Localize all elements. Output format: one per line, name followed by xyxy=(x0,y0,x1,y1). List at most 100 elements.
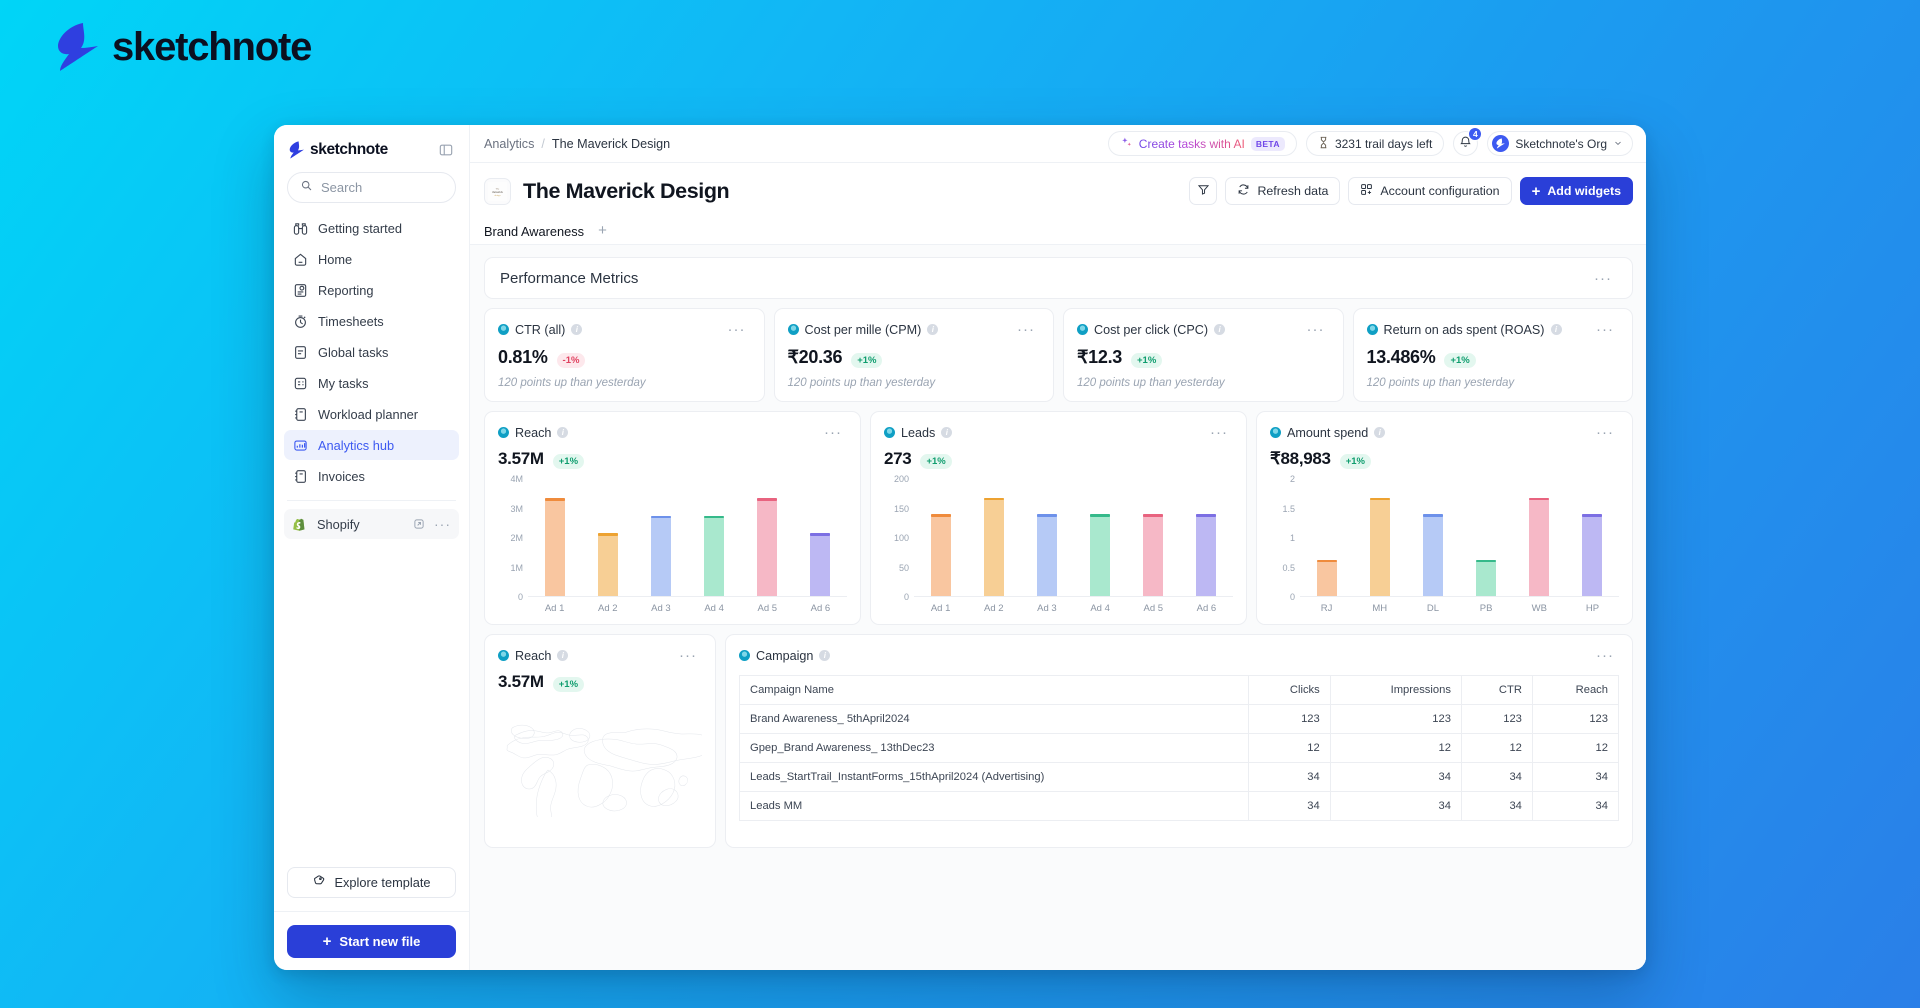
more-icon[interactable]: ··· xyxy=(1591,423,1619,442)
table-row[interactable]: Leads_StartTrail_InstantForms_15thApril2… xyxy=(739,762,1620,792)
bar[interactable] xyxy=(544,498,565,596)
info-icon[interactable]: i xyxy=(941,427,953,438)
start-new-file-button[interactable]: + Start new file xyxy=(287,925,456,958)
table-column-header[interactable]: CTR xyxy=(1460,675,1533,705)
bar[interactable] xyxy=(704,515,725,596)
bar-column[interactable] xyxy=(741,479,794,596)
bar[interactable] xyxy=(1196,514,1217,596)
bar[interactable] xyxy=(930,514,951,596)
bar-column[interactable] xyxy=(1074,479,1127,596)
bar[interactable] xyxy=(1036,514,1057,596)
more-icon[interactable]: ··· xyxy=(674,646,702,665)
more-icon[interactable]: ··· xyxy=(1302,320,1330,339)
bar-column[interactable] xyxy=(794,479,847,596)
bar-column[interactable] xyxy=(1406,479,1459,596)
kpi-name: Return on ads spent (ROAS) xyxy=(1383,322,1545,337)
widget-delta-badge: +1% xyxy=(1339,454,1371,469)
bar-column[interactable] xyxy=(1180,479,1233,596)
bar-column[interactable] xyxy=(1127,479,1180,596)
filter-button[interactable] xyxy=(1189,177,1218,205)
bar-column[interactable] xyxy=(1300,479,1353,596)
bar-column[interactable] xyxy=(1020,479,1073,596)
org-switcher[interactable]: Sketchnote's Org xyxy=(1487,131,1633,156)
info-icon[interactable]: i xyxy=(927,324,939,335)
sidebar-item-global-tasks[interactable]: Global tasks xyxy=(284,337,459,367)
table-column-header[interactable]: Impressions xyxy=(1329,675,1462,705)
bar[interactable] xyxy=(757,498,778,596)
panel-collapse-icon[interactable] xyxy=(436,140,456,160)
bar[interactable] xyxy=(1422,514,1443,596)
bar[interactable] xyxy=(1316,559,1337,596)
table-column-header[interactable]: Clicks xyxy=(1247,675,1331,705)
start-new-file-label: Start new file xyxy=(339,934,421,949)
bar[interactable] xyxy=(1143,514,1164,596)
sidebar-item-workload-planner[interactable]: Workload planner xyxy=(284,399,459,429)
info-icon[interactable]: i xyxy=(1374,427,1386,438)
info-icon[interactable]: i xyxy=(1550,324,1562,335)
add-widgets-button[interactable]: + Add widgets xyxy=(1519,177,1633,205)
bar[interactable] xyxy=(1090,514,1111,596)
notifications-button[interactable]: 4 xyxy=(1453,127,1483,156)
bar[interactable] xyxy=(1582,514,1603,596)
sidebar-item-analytics-hub[interactable]: Analytics hub xyxy=(284,430,459,460)
bar-column[interactable] xyxy=(634,479,687,596)
explore-template-button[interactable]: Explore template xyxy=(287,867,456,898)
trial-days-pill[interactable]: 3231 trail days left xyxy=(1305,131,1445,156)
info-icon[interactable]: i xyxy=(819,650,831,661)
x-tick-label: Ad 1 xyxy=(544,603,565,614)
bar[interactable] xyxy=(650,515,671,596)
sidebar-item-timesheets[interactable]: Timesheets xyxy=(284,306,459,336)
sidebar-item-invoices[interactable]: Invoices xyxy=(284,461,459,491)
external-link-icon[interactable] xyxy=(413,518,425,530)
table-row[interactable]: Gpep_Brand Awareness_ 13thDec23 12 12 12 12 xyxy=(739,733,1620,763)
bar-column[interactable] xyxy=(1566,479,1619,596)
search-input[interactable] xyxy=(287,172,456,203)
bar-column[interactable] xyxy=(688,479,741,596)
sidebar-item-getting-started[interactable]: Getting started xyxy=(284,213,459,243)
info-icon[interactable]: i xyxy=(1214,324,1226,335)
bar-column[interactable] xyxy=(914,479,967,596)
account-configuration-button[interactable]: Account configuration xyxy=(1348,177,1512,205)
info-icon[interactable]: i xyxy=(571,324,583,335)
bar[interactable] xyxy=(983,497,1004,596)
sidebar-item-home[interactable]: Home xyxy=(284,244,459,274)
bar-column[interactable] xyxy=(581,479,634,596)
more-icon[interactable]: ··· xyxy=(819,423,847,442)
bar-column[interactable] xyxy=(967,479,1020,596)
table-row[interactable]: Brand Awareness_ 5thApril2024 123 123 123 12… xyxy=(739,704,1620,734)
tab-brand-awareness[interactable]: Brand Awareness xyxy=(484,217,584,246)
more-icon[interactable]: ··· xyxy=(1589,269,1617,288)
refresh-data-button[interactable]: Refresh data xyxy=(1225,177,1341,205)
bar[interactable] xyxy=(597,533,618,596)
bar[interactable] xyxy=(1529,497,1550,596)
more-icon[interactable]: ··· xyxy=(723,320,751,339)
bar[interactable] xyxy=(810,533,831,596)
sidebar-logo[interactable]: sketchnote xyxy=(289,141,388,159)
info-icon[interactable]: i xyxy=(557,650,569,661)
bar-column[interactable] xyxy=(528,479,581,596)
table-row[interactable]: Leads MM 34 34 34 34 xyxy=(739,791,1620,821)
sidebar-item-my-tasks[interactable]: My tasks xyxy=(284,368,459,398)
bar[interactable] xyxy=(1476,559,1497,596)
table-cell: 34 xyxy=(1531,791,1620,821)
breadcrumb-root[interactable]: Analytics xyxy=(484,137,534,151)
more-icon[interactable]: ··· xyxy=(1591,646,1619,665)
add-tab-button[interactable]: + xyxy=(598,223,607,240)
table-column-header[interactable]: Campaign Name xyxy=(739,675,1249,705)
kpi-subtitle: 120 points up than yesterday xyxy=(1366,377,1515,389)
info-icon[interactable]: i xyxy=(557,427,569,438)
sidebar-nav: Getting started Home Reporting Timesheet… xyxy=(274,213,469,491)
more-icon[interactable]: ··· xyxy=(1591,320,1619,339)
bar-column[interactable] xyxy=(1353,479,1406,596)
table-column-header[interactable]: Reach xyxy=(1531,675,1620,705)
search-field[interactable] xyxy=(321,180,443,195)
bar-column[interactable] xyxy=(1513,479,1566,596)
more-icon[interactable]: ··· xyxy=(434,516,451,531)
more-icon[interactable]: ··· xyxy=(1205,423,1233,442)
more-icon[interactable]: ··· xyxy=(1012,320,1040,339)
sidebar-item-reporting[interactable]: Reporting xyxy=(284,275,459,305)
bar-column[interactable] xyxy=(1460,479,1513,596)
bar[interactable] xyxy=(1369,497,1390,596)
create-tasks-with-ai-button[interactable]: Create tasks with AI BETA xyxy=(1107,131,1297,156)
sidebar-app-shopify[interactable]: Shopify ··· xyxy=(284,509,459,539)
